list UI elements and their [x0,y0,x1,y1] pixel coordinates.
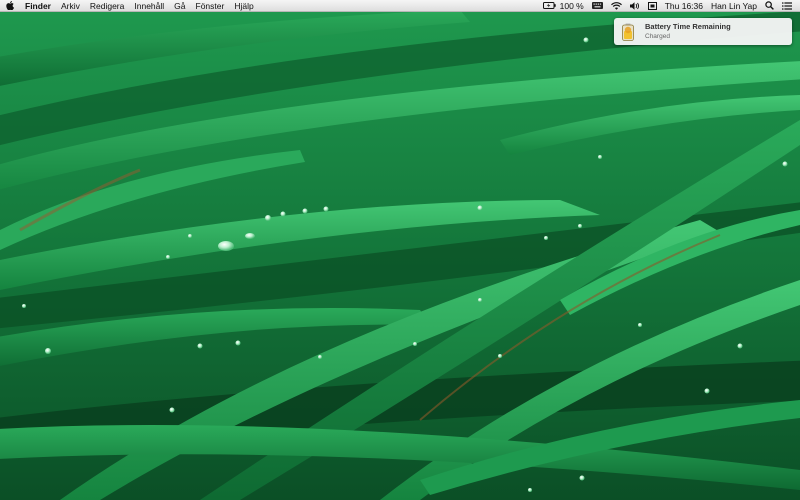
notification-subtitle: Charged [645,33,670,40]
wifi-icon[interactable] [607,1,626,10]
notification-center-icon[interactable] [778,1,796,10]
battery-status[interactable]: 100 % [539,0,588,12]
notification-text: Battery Time Remaining Charged [645,22,731,41]
battery-percent: 100 % [559,0,584,11]
menu-bar: Finder Arkiv Redigera Innehåll Gå Fönste… [0,0,800,12]
keyboard-input-icon[interactable] [588,2,607,9]
menu-arkiv[interactable]: Arkiv [56,0,85,12]
display-icon[interactable] [644,1,661,10]
menu-redigera[interactable]: Redigera [85,0,130,12]
user-name[interactable]: Han Lin Yap [707,0,761,12]
battery-time-app-icon [622,23,634,41]
menu-ga[interactable]: Gå [169,0,190,12]
desktop-wallpaper [0,0,800,500]
menu-bar-right: 100 % Thu 16:36 Han Lin Yap [539,0,800,12]
menu-innehall[interactable]: Innehåll [129,0,169,12]
menu-hjalp[interactable]: Hjälp [229,0,258,12]
notification-banner[interactable]: Battery Time Remaining Charged [614,18,792,45]
menu-fonster[interactable]: Fönster [191,0,230,12]
volume-icon[interactable] [626,1,644,10]
menu-bar-left: Finder Arkiv Redigera Innehåll Gå Fönste… [0,0,259,12]
apple-logo-icon[interactable] [0,0,20,12]
menu-finder[interactable]: Finder [20,0,56,12]
battery-icon [542,2,556,9]
notification-title: Battery Time Remaining [645,22,731,31]
datetime[interactable]: Thu 16:36 [661,0,707,12]
spotlight-search-icon[interactable] [761,1,778,10]
